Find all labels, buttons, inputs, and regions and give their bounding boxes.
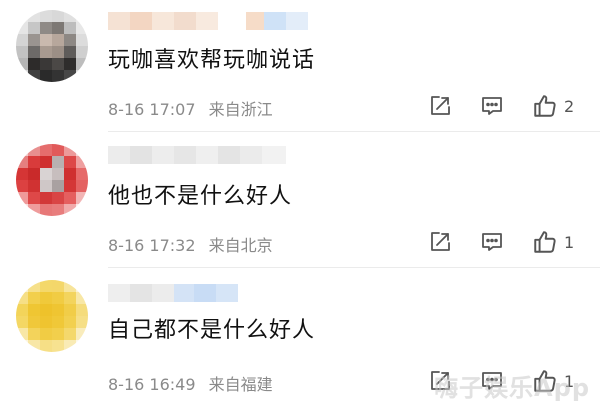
comment-meta: 8-16 16:49 来自福建 [108,371,273,395]
comment-time: 8-16 16:49 [108,375,196,394]
comment-item: 玩咖喜欢帮玩咖说话 8-16 17:07 来自浙江 2 [0,0,600,132]
watermark: 嗨子娱乐App [434,374,590,402]
username-blurred[interactable] [108,146,286,164]
comment-actions: 2 [420,92,590,120]
avatar[interactable] [16,10,88,82]
reply-button[interactable] [480,92,504,120]
avatar[interactable] [16,280,88,352]
comment-time: 8-16 17:32 [108,236,196,255]
like-count: 2 [564,96,575,116]
comment-location: 来自福建 [208,375,273,394]
comment-icon [482,97,502,115]
like-count: 1 [564,232,575,252]
comment-location: 来自北京 [208,236,273,255]
comment-meta: 8-16 17:07 来自浙江 [108,96,273,120]
username-blurred[interactable] [108,284,238,302]
comment-list: 玩咖喜欢帮玩咖说话 8-16 17:07 来自浙江 2 他也不是什么好人 8-1… [0,0,600,409]
comment-time: 8-16 17:07 [108,100,196,119]
comment-actions: 1 [420,228,590,256]
like-button[interactable]: 1 [532,228,574,256]
comment-icon [482,233,502,251]
share-icon [431,96,450,115]
username-blurred[interactable] [108,12,308,30]
reply-button[interactable] [480,228,504,256]
avatar[interactable] [16,144,88,216]
comment-item: 他也不是什么好人 8-16 17:32 来自北京 1 [0,132,600,268]
like-button[interactable]: 2 [532,92,574,120]
comment-location: 来自浙江 [208,100,273,119]
like-icon [534,95,556,117]
share-button[interactable] [428,228,452,256]
comment-text: 自己都不是什么好人 [108,318,316,343]
like-icon [534,231,556,253]
share-button[interactable] [428,92,452,120]
comment-text: 他也不是什么好人 [108,184,293,209]
comment-text: 玩咖喜欢帮玩咖说话 [108,48,316,73]
comment-meta: 8-16 17:32 来自北京 [108,232,273,256]
share-icon [431,232,450,251]
